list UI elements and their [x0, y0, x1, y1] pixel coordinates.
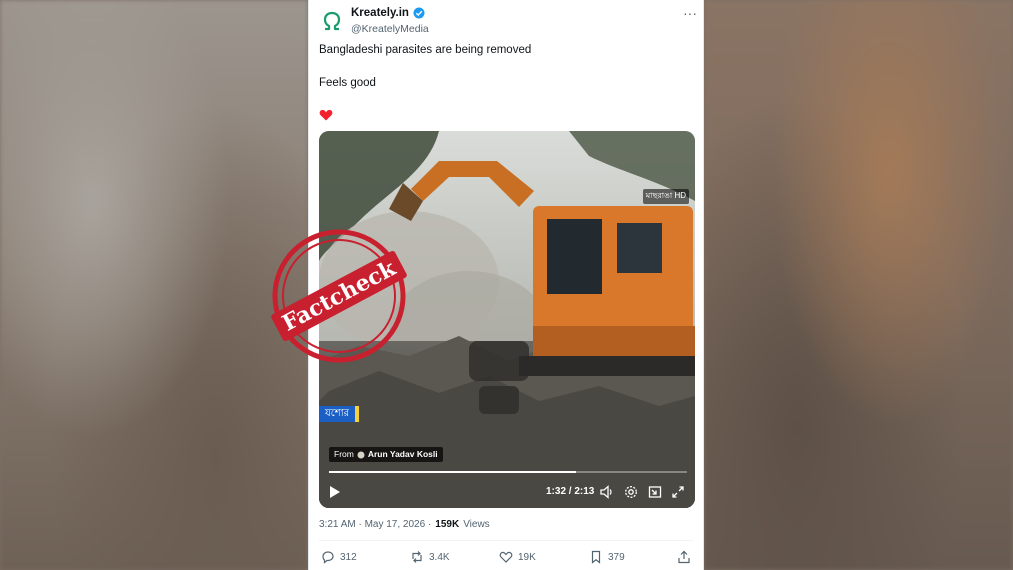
repost-button[interactable]: 3.4K	[410, 550, 450, 564]
reply-button[interactable]: 312	[321, 550, 357, 564]
fullscreen-icon[interactable]	[671, 485, 685, 499]
video-source-tag[interactable]: From Arun Yadav Kosli	[329, 447, 443, 462]
play-icon[interactable]	[329, 485, 341, 499]
blurred-background-right	[704, 0, 1013, 570]
views-count: 159K	[435, 519, 460, 530]
reply-icon	[322, 551, 334, 564]
repost-icon	[412, 551, 422, 563]
source-prefix: From	[334, 449, 354, 459]
bookmark-count: 379	[608, 551, 625, 563]
like-count: 19K	[518, 551, 536, 563]
source-avatar-icon	[357, 451, 365, 458]
video-progress-bar[interactable]	[329, 471, 687, 473]
video-controls: 1:32 / 2:13	[319, 481, 695, 503]
verified-badge-icon	[413, 7, 425, 19]
reply-count: 312	[340, 551, 357, 563]
share-icon	[678, 550, 690, 564]
picture-in-picture-icon[interactable]	[648, 485, 662, 499]
stamp-label: Factcheck	[270, 249, 408, 343]
like-button[interactable]: 19K	[499, 550, 536, 564]
red-heart-icon	[319, 109, 333, 121]
divider	[319, 540, 693, 541]
views-label: Views	[463, 519, 490, 530]
share-button[interactable]	[677, 550, 691, 564]
location-tag: যশোর	[319, 406, 360, 422]
source-name: Arun Yadav Kosli	[367, 449, 438, 459]
tweet-text-line-1: Bangladeshi parasites are being removed	[319, 44, 532, 56]
omega-logo-icon	[323, 11, 341, 31]
tweet-text-line-2: Feels good	[319, 77, 376, 89]
video-time: 1:32 / 2:13	[546, 486, 595, 497]
more-options-icon[interactable]: ···	[681, 6, 699, 22]
channel-logo: মাছরাঙা HD	[642, 189, 689, 204]
like-heart-icon	[499, 551, 513, 563]
display-name[interactable]: Kreately.in	[351, 7, 409, 19]
settings-gear-icon[interactable]	[624, 485, 638, 499]
video-progress-fill	[329, 471, 577, 473]
user-handle[interactable]: @KreatelyMedia	[351, 23, 429, 35]
bookmark-icon	[591, 550, 601, 564]
tweet-timestamp[interactable]: 3:21 AM · May 17, 2026 ·	[319, 519, 431, 530]
repost-count: 3.4K	[429, 551, 450, 563]
tweet-meta: 3:21 AM · May 17, 2026 · 159K Views	[319, 519, 490, 530]
tweet-actions: 312 3.4K 19K 379	[319, 550, 693, 568]
bookmark-button[interactable]: 379	[589, 550, 625, 564]
volume-icon[interactable]	[600, 485, 614, 499]
avatar[interactable]	[319, 8, 345, 34]
tweet-header: Kreately.in @KreatelyMedia ···	[319, 6, 699, 40]
